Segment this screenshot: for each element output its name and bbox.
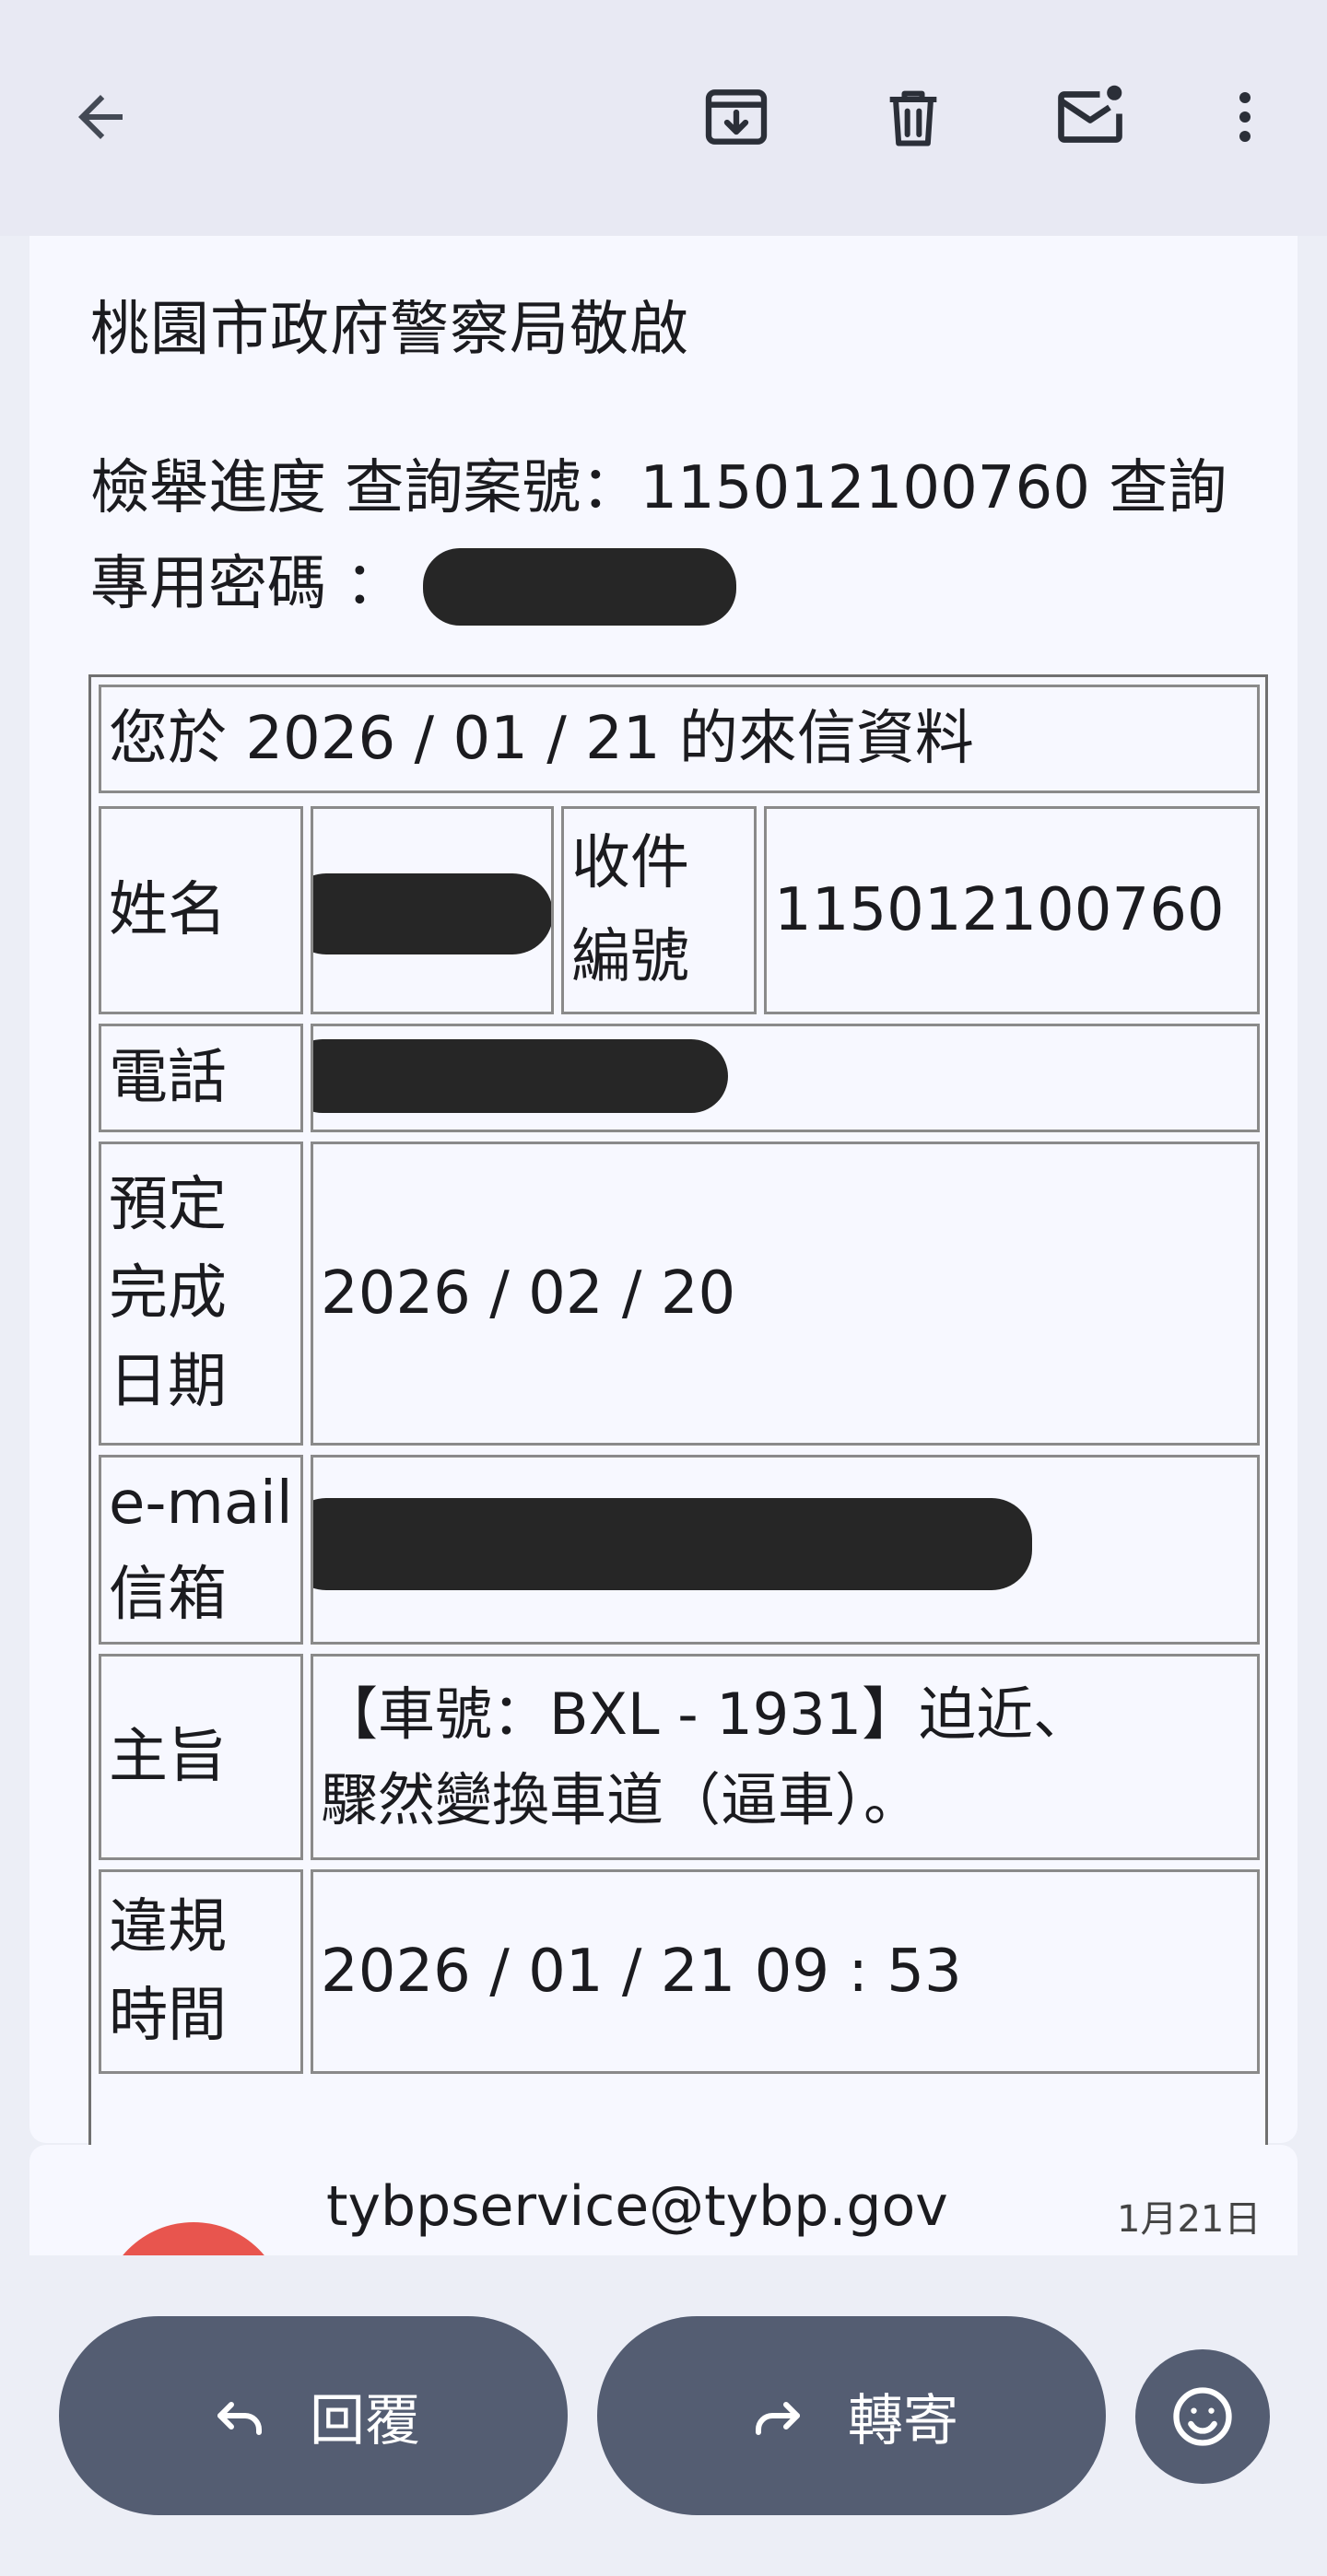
- reply-icon: [217, 2402, 262, 2435]
- reply-label: 回覆: [310, 2388, 420, 2453]
- email-value-cell: [311, 1455, 1260, 1645]
- archive-icon[interactable]: [686, 66, 787, 168]
- arrow-back-icon[interactable]: [50, 66, 151, 168]
- table-header-text: 您於 2026 / 01 / 21 的來信資料: [109, 705, 974, 773]
- table-header: 您於 2026 / 01 / 21 的來信資料: [99, 685, 1260, 793]
- phone-value-cell: [311, 1024, 1260, 1132]
- receipt-value: 115012100760: [774, 876, 1225, 944]
- forward-button[interactable]: 轉寄: [597, 2316, 1106, 2515]
- phone-label-cell: 電話: [99, 1024, 303, 1132]
- violation-label: 違規 時間: [109, 1893, 227, 2050]
- forward-label: 轉寄: [848, 2388, 958, 2453]
- sender-address: tybpservice@tybp.gov: [326, 2174, 948, 2239]
- due-value: 2026 / 02 / 20: [321, 1259, 736, 1328]
- subject-value: 【車號：BXL - 1931】迫近、 驟然變換車道（逼車）。: [321, 1680, 1091, 1833]
- redacted-password: [422, 548, 736, 626]
- email-body: 桃園市政府警察局敬啟 檢舉進度 查詢案號：115012100760 查詢專用密碼…: [29, 236, 1298, 2320]
- emoji-icon: [1173, 2387, 1232, 2446]
- subject-label-cell: 主旨: [99, 1654, 303, 1860]
- redacted-email: [313, 1498, 1032, 1590]
- due-value-cell: 2026 / 02 / 20: [311, 1142, 1260, 1446]
- name-value-cell: [311, 806, 554, 1014]
- subject-value-cell: 【車號：BXL - 1931】迫近、 驟然變換車道（逼車）。: [311, 1654, 1260, 1860]
- avatar: [101, 2222, 286, 2255]
- redacted-phone: [313, 1039, 728, 1113]
- case-info-table: 您於 2026 / 01 / 21 的來信資料 姓名 收件 編號 1150121…: [88, 674, 1268, 2320]
- violation-label-cell: 違規 時間: [99, 1869, 303, 2074]
- reply-button[interactable]: 回覆: [59, 2316, 568, 2515]
- violation-value-cell: 2026 / 01 / 21 09 : 53: [311, 1869, 1260, 2074]
- greeting-text: 桃園市政府警察局敬啟: [90, 296, 689, 364]
- message-date: 1月21日: [1117, 2198, 1262, 2241]
- receipt-label: 收件 編號: [571, 828, 689, 991]
- due-label: 預定 完成 日期: [109, 1171, 227, 1416]
- redacted-name: [313, 873, 551, 954]
- receipt-label-cell: 收件 編號: [561, 806, 757, 1014]
- receipt-value-cell: 115012100760: [764, 806, 1260, 1014]
- more-vert-icon[interactable]: [1194, 66, 1296, 168]
- email-label-cell: e-mail 信箱: [99, 1455, 303, 1645]
- email-label: e-mail 信箱: [109, 1469, 293, 1629]
- mark-unread-icon[interactable]: [1039, 66, 1141, 168]
- bottom-action-bar: 回覆 轉寄: [0, 2255, 1327, 2576]
- subject-label: 主旨: [109, 1723, 227, 1791]
- next-message-header[interactable]: tybpservice@tybp.gov 1月21日: [29, 2145, 1298, 2255]
- top-app-bar: [0, 0, 1327, 236]
- phone-label: 電話: [109, 1044, 227, 1112]
- name-label: 姓名: [109, 876, 227, 944]
- violation-value: 2026 / 01 / 21 09 : 53: [321, 1938, 962, 2006]
- name-label-cell: 姓名: [99, 806, 303, 1014]
- trash-icon[interactable]: [863, 66, 964, 168]
- progress-text: 檢舉進度 查詢案號：115012100760 查詢專用密碼 ：: [90, 440, 1251, 632]
- forward-icon: [756, 2402, 800, 2435]
- due-label-cell: 預定 完成 日期: [99, 1142, 303, 1446]
- emoji-reaction-button[interactable]: [1135, 2349, 1270, 2484]
